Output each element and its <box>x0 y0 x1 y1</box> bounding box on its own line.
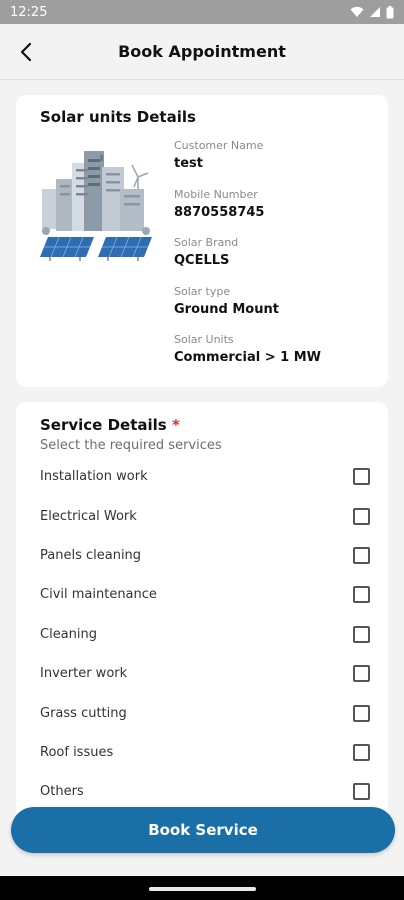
service-list: Installation work Electrical Work Panels… <box>16 457 388 812</box>
installation-work-checkbox[interactable] <box>353 468 370 486</box>
service-option-label: Grass cutting <box>40 705 127 721</box>
others-checkbox[interactable] <box>353 783 370 801</box>
solar-buildings-illustration <box>40 151 152 261</box>
service-option-panels-cleaning[interactable]: Panels cleaning <box>16 536 388 575</box>
service-option-civil-maintenance[interactable]: Civil maintenance <box>16 575 388 614</box>
service-card-title: Service Details * <box>40 416 180 434</box>
service-option-label: Installation work <box>40 469 148 485</box>
service-subtitle: Select the required services <box>40 438 222 453</box>
service-details-card: Service Details * Select the required se… <box>16 402 388 822</box>
service-option-installation-work[interactable]: Installation work <box>16 457 388 496</box>
book-service-button[interactable]: Book Service <box>11 807 395 853</box>
service-option-roof-issues[interactable]: Roof issues <box>16 733 388 772</box>
signal-icon <box>370 7 380 17</box>
service-option-electrical-work[interactable]: Electrical Work <box>16 496 388 535</box>
required-marker: * <box>171 416 180 434</box>
solar-details-card: Solar units Details Customer Name test M… <box>16 95 388 387</box>
civil-maintenance-checkbox[interactable] <box>353 586 370 604</box>
wifi-icon <box>350 6 364 17</box>
page-title: Book Appointment <box>118 42 286 61</box>
solar-units-label: Solar Units <box>174 333 234 346</box>
customer-name-value: test <box>174 156 203 171</box>
app-header: Book Appointment <box>0 24 404 80</box>
solar-units-field: Solar Units Commercial > 1 MW <box>174 333 321 382</box>
status-icons <box>350 5 394 19</box>
customer-info: Customer Name test Mobile Number 8870558… <box>174 139 321 382</box>
solar-brand-field: Solar Brand QCELLS <box>174 236 321 285</box>
status-bar: 12:25 <box>0 0 404 24</box>
customer-name-field: Customer Name test <box>174 139 321 188</box>
home-indicator[interactable] <box>149 887 256 891</box>
solar-units-value: Commercial > 1 MW <box>174 350 321 365</box>
mobile-number-value: 8870558745 <box>174 204 265 220</box>
service-option-label: Inverter work <box>40 666 128 682</box>
solar-type-value: Ground Mount <box>174 301 279 317</box>
panels-cleaning-checkbox[interactable] <box>353 546 370 564</box>
system-nav-bar <box>0 876 404 900</box>
battery-icon <box>386 5 394 18</box>
cleaning-checkbox[interactable] <box>353 625 370 643</box>
electrical-work-checkbox[interactable] <box>353 507 370 525</box>
solar-brand-value: QCELLS <box>174 253 230 268</box>
status-time: 12:25 <box>10 4 48 20</box>
service-title-text: Service Details <box>40 416 167 434</box>
service-option-label: Cleaning <box>40 626 97 642</box>
mobile-number-label: Mobile Number <box>174 187 258 201</box>
inverter-work-checkbox[interactable] <box>353 665 370 683</box>
solar-brand-label: Solar Brand <box>174 236 239 249</box>
service-option-others[interactable]: Others <box>16 772 388 811</box>
service-option-inverter-work[interactable]: Inverter work <box>16 654 388 693</box>
service-option-cleaning[interactable]: Cleaning <box>16 615 388 654</box>
service-option-label: Others <box>40 784 84 800</box>
solar-card-title: Solar units Details <box>40 108 196 126</box>
solar-type-field: Solar type Ground Mount <box>174 285 321 334</box>
roof-issues-checkbox[interactable] <box>353 743 370 761</box>
grass-cutting-checkbox[interactable] <box>353 704 370 722</box>
service-option-grass-cutting[interactable]: Grass cutting <box>16 693 388 732</box>
solar-type-label: Solar type <box>174 284 231 298</box>
service-option-label: Civil maintenance <box>40 587 157 603</box>
service-option-label: Electrical Work <box>40 508 137 524</box>
service-option-label: Panels cleaning <box>40 547 142 563</box>
service-option-label: Roof issues <box>40 744 114 760</box>
customer-name-label: Customer Name <box>174 139 264 152</box>
mobile-number-field: Mobile Number 8870558745 <box>174 188 321 237</box>
